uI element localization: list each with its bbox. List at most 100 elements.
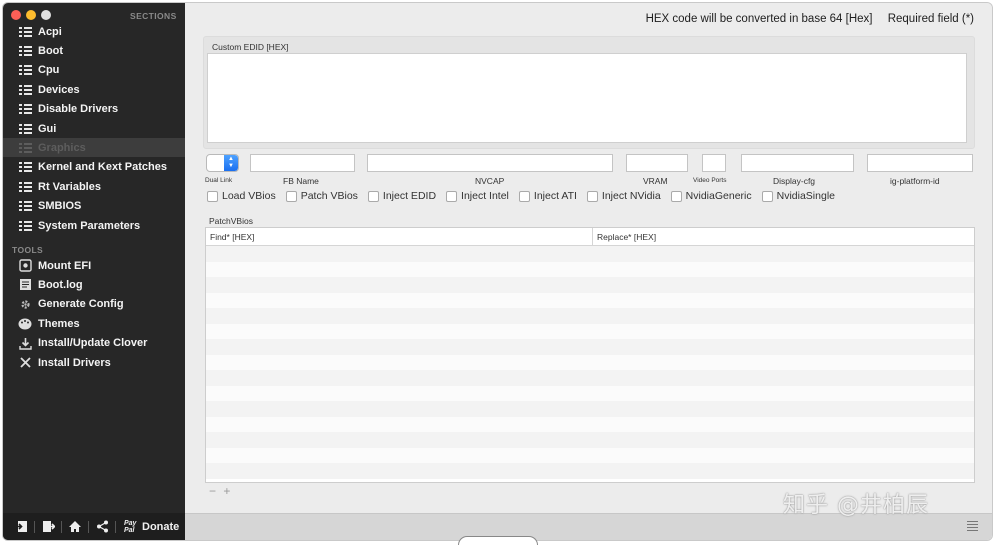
checkbox-box[interactable]	[207, 190, 218, 202]
table-row[interactable]	[206, 463, 974, 479]
checkbox-label: Inject NVidia	[601, 190, 661, 202]
export-icon[interactable]	[37, 519, 59, 535]
video-ports-input[interactable]	[702, 154, 726, 172]
watermark: 知乎 @井柏辰	[783, 493, 929, 518]
sidebar-item-label: Rt Variables	[38, 180, 101, 193]
share-icon[interactable]	[91, 519, 113, 535]
checkbox-box[interactable]	[761, 190, 773, 202]
sidebar-item-acpi[interactable]: Acpi	[3, 22, 185, 41]
home-icon[interactable]	[64, 519, 86, 535]
fb-name-input[interactable]	[250, 154, 355, 172]
table-row[interactable]	[206, 246, 974, 262]
table-row[interactable]	[206, 339, 974, 355]
minimize-window-button[interactable]	[26, 10, 36, 20]
table-row[interactable]	[206, 385, 974, 401]
sidebar-item-label: Install/Update Clover	[38, 337, 148, 350]
checkbox-label: NvidiaGeneric	[685, 190, 752, 202]
list-icon	[18, 219, 32, 232]
checkbox-label: Load VBios	[222, 190, 276, 202]
list-icon	[18, 180, 32, 193]
checkbox-nvidiageneric[interactable]: NvidiaGeneric	[670, 190, 752, 202]
sidebar-item-system-parameters[interactable]: System Parameters	[3, 216, 185, 235]
dual-link-label: Dual Link	[205, 177, 233, 184]
sidebar-item-cpu[interactable]: Cpu	[3, 61, 185, 80]
sidebar-item-disable-drivers[interactable]: Disable Drivers	[3, 100, 185, 119]
checkbox-inject-intel[interactable]: Inject Intel	[446, 190, 509, 202]
sidebar-item-mount-efi[interactable]: Mount EFI	[3, 256, 185, 275]
checkbox-box[interactable]	[446, 190, 458, 202]
app-window: SECTIONS Acpi Boot Cpu Devices Disable Drive…	[3, 3, 992, 540]
checkbox-box[interactable]	[670, 190, 682, 202]
sidebar-item-devices[interactable]: Devices	[3, 80, 185, 99]
table-row[interactable]	[206, 323, 974, 339]
checkbox-inject-nvidia[interactable]: Inject NVidia	[586, 190, 661, 202]
table-row[interactable]	[206, 292, 974, 308]
display-cfg-input[interactable]	[741, 154, 854, 172]
sidebar-item-themes[interactable]: Themes	[3, 314, 185, 333]
sidebar-item-boot-log[interactable]: Boot.log	[3, 275, 185, 294]
nvcap-input[interactable]	[367, 154, 613, 172]
checkbox-box[interactable]	[518, 190, 530, 202]
sidebar: SECTIONS Acpi Boot Cpu Devices Disable Drive…	[3, 3, 185, 540]
display-cfg-label: Display-cfg	[773, 176, 816, 186]
video-ports-label: Video Ports	[693, 177, 727, 184]
list-icon	[18, 25, 32, 38]
checkbox-inject-ati[interactable]: Inject ATI	[518, 190, 577, 202]
checkbox-box[interactable]	[367, 190, 379, 202]
sidebar-item-label: Graphics	[38, 141, 86, 154]
sidebar-item-graphics[interactable]: Graphics	[3, 138, 185, 158]
nvcap-label: NVCAP	[475, 176, 505, 186]
close-window-button[interactable]	[11, 10, 21, 20]
ig-platform-id-input[interactable]	[867, 154, 973, 172]
sidebar-item-install-drivers[interactable]: Install Drivers	[3, 353, 185, 372]
add-remove-buttons[interactable]: − +	[209, 484, 232, 498]
table-row[interactable]	[206, 447, 974, 463]
checkbox-nvidiasingle[interactable]: NvidiaSingle	[761, 190, 835, 202]
sidebar-item-boot[interactable]: Boot	[3, 41, 185, 60]
sidebar-bottom-bar: Pay Pal Donate	[3, 513, 185, 540]
sidebar-item-label: Devices	[38, 83, 80, 96]
zoom-window-button[interactable]	[41, 10, 51, 20]
checkbox-inject-edid[interactable]: Inject EDID	[367, 190, 436, 202]
sidebar-item-rt-variables[interactable]: Rt Variables	[3, 177, 185, 196]
paypal-logo[interactable]: Pay Pal	[124, 520, 138, 534]
table-row[interactable]	[206, 370, 974, 386]
table-row[interactable]	[206, 401, 974, 417]
palette-icon	[18, 317, 32, 330]
sidebar-item-gui[interactable]: Gui	[3, 119, 185, 138]
window-controls	[11, 10, 51, 20]
checkbox-load-vbios[interactable]: Load VBios	[207, 190, 276, 202]
table-row[interactable]	[206, 277, 974, 293]
install-icon	[18, 337, 32, 350]
table-row[interactable]	[206, 354, 974, 370]
sidebar-item-label: Themes	[38, 317, 80, 330]
table-row[interactable]	[206, 308, 974, 324]
sidebar-item-smbios[interactable]: SMBIOS	[3, 197, 185, 216]
table-row[interactable]	[206, 432, 974, 448]
column-header-replace[interactable]: Replace* [HEX]	[592, 228, 974, 245]
checkbox-box[interactable]	[285, 190, 297, 202]
info-line: HEX code will be converted in base 64 [H…	[646, 13, 974, 25]
table-row[interactable]	[206, 416, 974, 432]
checkbox-label: Inject Intel	[461, 190, 509, 202]
stepper-arrows-icon[interactable]: ▲ ▼	[224, 155, 238, 171]
sidebar-item-label: Generate Config	[38, 298, 124, 311]
dual-link-stepper[interactable]: ▲ ▼	[206, 154, 239, 172]
resize-grip-icon[interactable]	[967, 519, 978, 531]
checkbox-box[interactable]	[586, 190, 598, 202]
dock-edge	[458, 536, 538, 545]
vram-input[interactable]	[626, 154, 688, 172]
list-icon	[18, 83, 32, 96]
patch-vbios-table: Find* [HEX] Replace* [HEX]	[205, 227, 975, 483]
sidebar-item-label: SMBIOS	[38, 200, 82, 213]
sidebar-item-generate-config[interactable]: Generate Config	[3, 295, 185, 314]
sidebar-item-label: Cpu	[38, 64, 60, 77]
sidebar-item-install-update-clover[interactable]: Install/Update Clover	[3, 334, 185, 353]
donate-button[interactable]: Donate	[142, 521, 179, 533]
import-icon[interactable]	[10, 519, 32, 535]
table-row[interactable]	[206, 261, 974, 277]
custom-edid-input[interactable]	[207, 53, 967, 143]
sidebar-item-kernel-and-kext-patches[interactable]: Kernel and Kext Patches	[3, 158, 185, 177]
column-header-find[interactable]: Find* [HEX]	[206, 228, 592, 245]
checkbox-patch-vbios[interactable]: Patch VBios	[285, 190, 358, 202]
